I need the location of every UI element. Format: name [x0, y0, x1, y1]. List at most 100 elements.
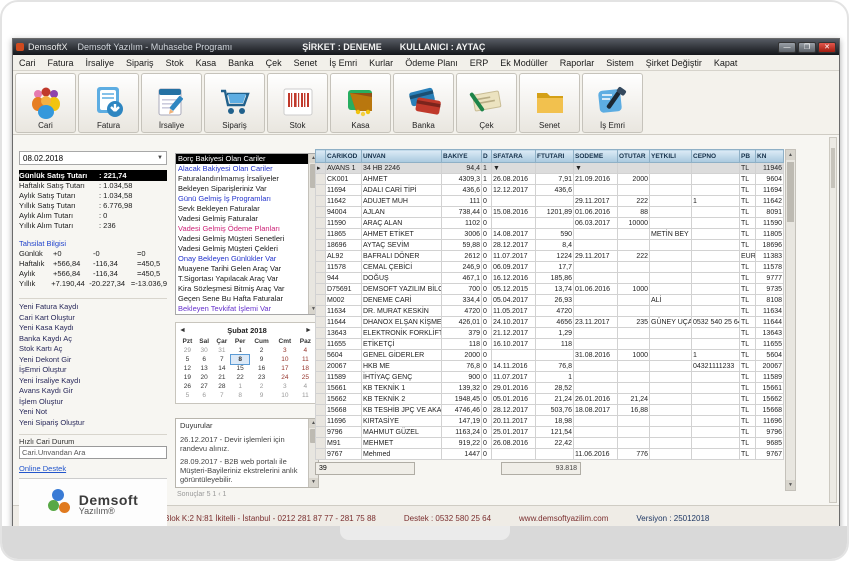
alert-item-10[interactable]: Onay Bekleyen Günlükler Var: [176, 254, 308, 264]
calendar-day[interactable]: 15: [231, 364, 249, 373]
close-button[interactable]: ✕: [818, 42, 836, 53]
table-row[interactable]: 94004AJLAN738,44015.08.20161201,8901.06.…: [316, 207, 784, 218]
scroll-up-icon[interactable]: ▲: [786, 150, 795, 160]
minimize-button[interactable]: —: [778, 42, 796, 53]
col-yetkili[interactable]: YETKILI: [650, 150, 692, 163]
calendar-day[interactable]: 2: [249, 382, 274, 391]
toolbar-button-i̇rsaliye[interactable]: İrsaliye: [141, 73, 202, 133]
alert-item-1[interactable]: Alacak Bakiyesi Olan Cariler: [176, 164, 308, 174]
calendar-day[interactable]: 9: [249, 355, 274, 364]
table-row[interactable]: 15668KB TESHİB JPÇ VE AKARY4746,46028.12…: [316, 405, 784, 416]
menu-item-11[interactable]: Ödeme Planı: [399, 58, 464, 68]
quick-link-5[interactable]: Yeni Dekont Gir: [19, 355, 167, 366]
status-website[interactable]: www.demsoftyazilim.com: [519, 514, 608, 523]
calendar-day[interactable]: 10: [274, 391, 296, 400]
quick-link-1[interactable]: Cari Kart Oluştur: [19, 313, 167, 324]
calendar-day[interactable]: 6: [196, 355, 213, 364]
menu-item-1[interactable]: Fatura: [42, 58, 80, 68]
calendar-day[interactable]: 11: [296, 355, 315, 364]
alert-item-8[interactable]: Vadesi Gelmiş Müşteri Senetleri: [176, 234, 308, 244]
table-row[interactable]: 11634DR. MURAT KESKİN4720011.05.20174720…: [316, 306, 784, 317]
table-row[interactable]: 15661KB TEKNİK 1139,32029.01.201628,52TL…: [316, 383, 784, 394]
menu-item-3[interactable]: Sipariş: [120, 58, 160, 68]
calendar-day[interactable]: 28: [213, 382, 232, 391]
quick-link-7[interactable]: Yeni İrsaliye Kaydı: [19, 376, 167, 387]
table-row[interactable]: 9767Mehmed1447011.06.2016776TL9767: [316, 449, 784, 460]
menu-item-8[interactable]: Senet: [288, 58, 324, 68]
calendar-day[interactable]: 27: [196, 382, 213, 391]
calendar-day[interactable]: 16: [249, 364, 274, 373]
calendar-day[interactable]: 7: [213, 355, 232, 364]
table-row[interactable]: 11642ADUJET MUH111029.11.20172221TL11642: [316, 196, 784, 207]
table-row[interactable]: 18696AYTAÇ SEVİM59,88028.12.20178,4TL186…: [316, 240, 784, 251]
menu-item-0[interactable]: Cari: [13, 58, 42, 68]
calendar-day[interactable]: 3: [274, 346, 296, 355]
quick-link-11[interactable]: Yeni Sipariş Oluştur: [19, 418, 167, 429]
calendar-day[interactable]: 20: [196, 373, 213, 382]
calendar-day[interactable]: 24: [274, 373, 296, 382]
toolbar-button-cari[interactable]: Cari: [15, 73, 76, 133]
calendar-next-icon[interactable]: ►: [305, 327, 315, 334]
menu-item-6[interactable]: Banka: [222, 58, 260, 68]
calendar-day[interactable]: 29: [179, 346, 196, 355]
cari-search-input[interactable]: [19, 446, 167, 459]
window-scrollbar[interactable]: [829, 137, 837, 503]
calendar-day[interactable]: 21: [213, 373, 232, 382]
alert-item-4[interactable]: Günü Gelmiş İş Programları: [176, 194, 308, 204]
quick-link-0[interactable]: Yeni Fatura Kaydı: [19, 302, 167, 313]
table-row[interactable]: AL92BAFRALI DÖNER2612011.07.2017122429.1…: [316, 251, 784, 262]
maximize-button[interactable]: ❐: [798, 42, 816, 53]
table-row[interactable]: 11589İHTİYAÇ GENÇ900011.07.20171TL11589: [316, 372, 784, 383]
table-row[interactable]: ▸AVANS 134 HB 224694,41▼▼TL11946: [316, 163, 784, 174]
alert-item-11[interactable]: Muayene Tarihi Gelen Araç Var: [176, 264, 308, 274]
table-row[interactable]: 11644DHANOX ELŞAN KİŞMETİ426,01024.10.20…: [316, 317, 784, 328]
calendar-day[interactable]: 30: [196, 346, 213, 355]
table-row[interactable]: 11578CEMAL ÇEBİCİ246,9006.09.201717,7TL1…: [316, 262, 784, 273]
calendar-day[interactable]: 2: [249, 346, 274, 355]
menu-item-17[interactable]: Kapat: [708, 58, 744, 68]
menu-item-7[interactable]: Çek: [260, 58, 288, 68]
alert-item-15[interactable]: Bekleyen Tevkifat İşlemi Var: [176, 304, 308, 314]
table-row[interactable]: 11865AHMET ETİKET3006014.08.2017590METİN…: [316, 229, 784, 240]
calendar-day[interactable]: 12: [179, 364, 196, 373]
calendar-day[interactable]: 1: [231, 382, 249, 391]
table-row[interactable]: 11655ETİKETÇİ118016.10.2017118TL11655: [316, 339, 784, 350]
calendar-day[interactable]: 5: [179, 391, 196, 400]
table-row[interactable]: 11590ARAÇ ALAN1102006.03.201710000TL1159…: [316, 218, 784, 229]
menu-item-9[interactable]: İş Emri: [323, 58, 363, 68]
quick-link-10[interactable]: Yeni Not: [19, 407, 167, 418]
scroll-thumb[interactable]: [787, 162, 794, 222]
calendar-day[interactable]: 13: [196, 364, 213, 373]
scroll-down-icon[interactable]: ▼: [786, 480, 795, 490]
menu-item-12[interactable]: ERP: [464, 58, 495, 68]
calendar-day[interactable]: 4: [296, 346, 315, 355]
grid-scrollbar[interactable]: ▲ ▼: [785, 149, 796, 491]
calendar-day[interactable]: 23: [249, 373, 274, 382]
alert-item-0[interactable]: Borç Bakiyesi Olan Cariler: [176, 154, 308, 164]
table-row[interactable]: 9796MAHMUT GÜZEL1163,24025.01.2017121,54…: [316, 427, 784, 438]
col-carikod[interactable]: CARIKOD: [326, 150, 362, 163]
table-row[interactable]: 11696KIRTASİYE147,19020.11.201718,98TL11…: [316, 416, 784, 427]
toolbar-button-çek[interactable]: Çek: [456, 73, 517, 133]
menu-item-10[interactable]: Kurlar: [363, 58, 399, 68]
menu-item-13[interactable]: Ek Modüller: [494, 58, 554, 68]
calendar-day[interactable]: 31: [213, 346, 232, 355]
calendar-day[interactable]: 19: [179, 373, 196, 382]
menu-item-16[interactable]: Şirket Değiştir: [640, 58, 708, 68]
table-row[interactable]: 15662KB TEKNİK 21948,45005.01.201621,242…: [316, 394, 784, 405]
col-ftutari[interactable]: FTUTARI: [536, 150, 574, 163]
col-pb[interactable]: PB: [740, 150, 756, 163]
calendar-day[interactable]: 1: [231, 346, 249, 355]
menu-item-2[interactable]: İrsaliye: [80, 58, 121, 68]
col-cepno[interactable]: CEPNO: [692, 150, 740, 163]
table-row[interactable]: D75691DEMSOFT YAZILIM BİLG700005.12.2015…: [316, 284, 784, 295]
alert-item-5[interactable]: Sevk Bekleyen Faturalar: [176, 204, 308, 214]
col-sodeme[interactable]: SODEME: [574, 150, 618, 163]
toolbar-button-stok[interactable]: Stok: [267, 73, 328, 133]
toolbar-button-sipariş[interactable]: Sipariş: [204, 73, 265, 133]
table-row[interactable]: 5604GENEL GİDERLER2000031.08.201610001TL…: [316, 350, 784, 361]
alert-item-3[interactable]: Bekleyen Siparişleriniz Var: [176, 184, 308, 194]
calendar-day[interactable]: 8: [231, 355, 249, 364]
col-bakiye[interactable]: BAKIYE: [442, 150, 482, 163]
table-row[interactable]: CK001AHMET4309,3126.08.20167,9121.09.201…: [316, 174, 784, 185]
